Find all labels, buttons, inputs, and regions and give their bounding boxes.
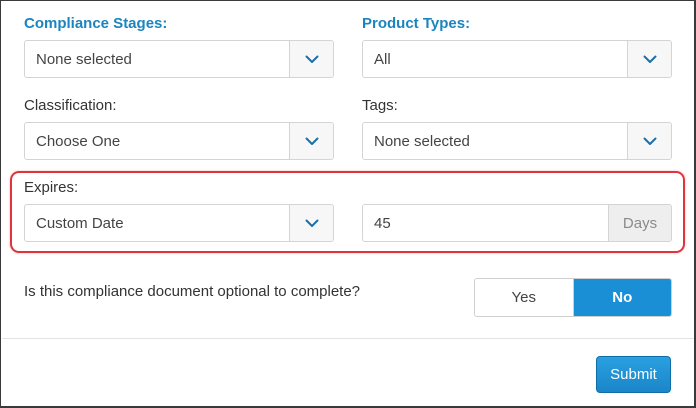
classification-select[interactable]: Choose One	[24, 122, 334, 160]
expires-label: Expires:	[24, 179, 79, 196]
expires-value: Custom Date	[36, 214, 124, 232]
compliance-stages-label: Compliance Stages:	[24, 15, 168, 32]
compliance-stages-select[interactable]: None selected	[24, 40, 334, 78]
yes-button[interactable]: Yes	[475, 279, 574, 316]
product-types-select[interactable]: All	[362, 40, 672, 78]
product-types-label: Product Types:	[362, 15, 471, 32]
no-button[interactable]: No	[573, 279, 671, 316]
chevron-down-icon[interactable]	[289, 123, 333, 159]
classification-value: Choose One	[36, 132, 121, 150]
expires-days-input[interactable]	[363, 205, 608, 241]
chevron-down-icon[interactable]	[289, 205, 333, 241]
submit-button[interactable]: Submit	[596, 356, 671, 393]
classification-label: Classification:	[24, 97, 117, 114]
expires-select[interactable]: Custom Date	[24, 204, 334, 242]
tags-select[interactable]: None selected	[362, 122, 672, 160]
compliance-form: Compliance Stages: None selected Product…	[0, 0, 696, 408]
tags-label: Tags:	[362, 97, 398, 114]
optional-question: Is this compliance document optional to …	[24, 283, 361, 300]
days-addon: Days	[608, 205, 671, 241]
product-types-value: All	[374, 50, 391, 68]
chevron-down-icon[interactable]	[627, 123, 671, 159]
tags-value: None selected	[374, 132, 470, 150]
compliance-stages-value: None selected	[36, 50, 132, 68]
chevron-down-icon[interactable]	[627, 41, 671, 77]
optional-toggle: Yes No	[474, 278, 672, 317]
footer-divider	[2, 338, 694, 339]
chevron-down-icon[interactable]	[289, 41, 333, 77]
expires-days-group: Days	[362, 204, 672, 242]
